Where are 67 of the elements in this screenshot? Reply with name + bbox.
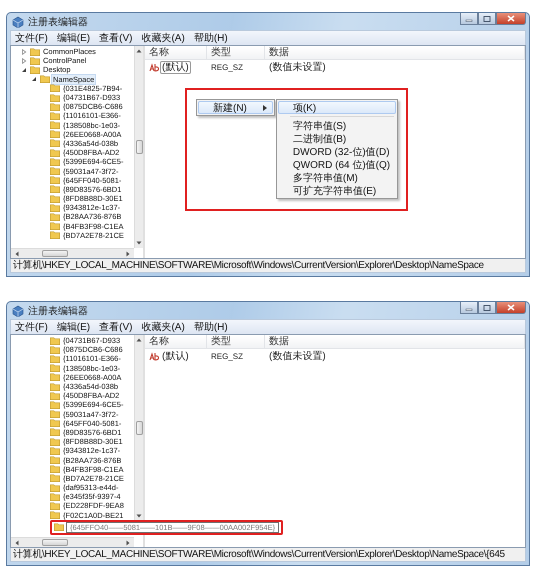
scroll-thumb[interactable] [136, 421, 142, 435]
menu-item[interactable]: 可扩充字符串值(E) [278, 184, 396, 197]
menu-bar-item[interactable]: 帮助(H) [194, 31, 228, 45]
column-header[interactable]: 类型 [207, 335, 265, 348]
status-bar: 计算机\HKEY_LOCAL_MACHINE\SOFTWARE\Microsoft\Windows\CurrentVersion\Explorer\Desktop\NameSpace\{645 [10, 548, 526, 562]
status-bar: 计算机\HKEY_LOCAL_MACHINE\SOFTWARE\Microsoft\Windows\CurrentVersion\Explorer\Desktop\NameSpace [10, 259, 526, 273]
app-icon [12, 16, 24, 28]
close-icon [507, 304, 515, 311]
expander-icon[interactable] [31, 76, 37, 82]
scroll-up-icon[interactable] [136, 337, 142, 343]
menu-item[interactable]: 多字符串值(M) [278, 171, 396, 184]
scroll-down-icon[interactable] [136, 513, 142, 519]
column-header[interactable]: 名称 [145, 335, 207, 348]
vertical-scrollbar[interactable] [134, 46, 143, 248]
string-value-icon [149, 62, 159, 72]
maximize-icon [483, 16, 491, 22]
minimize-button[interactable] [460, 302, 478, 314]
close-button[interactable] [496, 302, 526, 314]
menu-item[interactable]: QWORD (64 位)值(Q) [278, 158, 396, 171]
submenu-arrow-icon [262, 104, 267, 110]
scroll-left-icon[interactable] [14, 540, 20, 546]
menu-bar-item[interactable]: 文件(F) [15, 320, 48, 334]
minimize-button[interactable] [460, 13, 478, 25]
scroll-left-icon[interactable] [14, 250, 20, 256]
expander-icon[interactable] [21, 66, 27, 73]
column-header[interactable]: 数据 [265, 46, 525, 59]
menu-item[interactable]: 项(K) [278, 101, 396, 114]
window-title: 注册表编辑器 [28, 16, 88, 28]
menu-bar-item[interactable]: 帮助(H) [194, 320, 228, 334]
menu-item[interactable]: 新建(N) [198, 101, 273, 114]
column-header[interactable]: 类型 [207, 46, 265, 59]
menu-bar-item[interactable]: 收藏夹(A) [141, 320, 185, 334]
menu-item[interactable]: 字符串值(S) [278, 119, 396, 132]
scroll-thumb[interactable] [42, 250, 68, 257]
maximize-icon [483, 304, 491, 310]
close-button[interactable] [496, 13, 526, 25]
window-title: 注册表编辑器 [28, 304, 88, 318]
horizontal-scrollbar[interactable] [11, 248, 134, 258]
menu-item[interactable]: 二进制值(B) [278, 132, 396, 145]
scroll-down-icon[interactable] [136, 240, 142, 246]
horizontal-scrollbar[interactable] [11, 537, 134, 547]
value-type: REG_SZ [210, 62, 244, 72]
menu-item[interactable]: DWORD (32-位)值(D) [278, 145, 396, 158]
close-icon [507, 15, 515, 22]
menu-bar-item[interactable]: 查看(V) [99, 320, 132, 334]
app-icon [12, 304, 24, 316]
value-name[interactable]: (默认) [160, 350, 191, 362]
scroll-right-icon[interactable] [125, 250, 131, 256]
value-data: (数值未设置) [268, 60, 327, 74]
value-name[interactable]: (默认) [160, 60, 191, 74]
scroll-up-icon[interactable] [136, 48, 142, 54]
string-value-icon [149, 352, 159, 360]
maximize-button[interactable] [478, 13, 496, 25]
column-header[interactable]: 数据 [265, 335, 525, 348]
scroll-thumb[interactable] [136, 140, 142, 154]
scroll-right-icon[interactable] [125, 540, 131, 546]
menu-bar-item[interactable]: 文件(F) [15, 31, 48, 45]
maximize-button[interactable] [478, 302, 496, 314]
menu-bar-item[interactable]: 收藏夹(A) [141, 31, 185, 45]
vertical-scrollbar[interactable] [134, 335, 143, 521]
scroll-thumb[interactable] [42, 539, 68, 546]
menu-bar-item[interactable]: 查看(V) [99, 31, 132, 45]
value-type: REG_SZ [210, 352, 244, 360]
value-data: (数值未设置) [268, 350, 327, 363]
menu-bar-item[interactable]: 编辑(E) [56, 320, 90, 334]
column-header[interactable]: 名称 [145, 46, 207, 59]
menu-bar-item[interactable]: 编辑(E) [56, 31, 90, 45]
